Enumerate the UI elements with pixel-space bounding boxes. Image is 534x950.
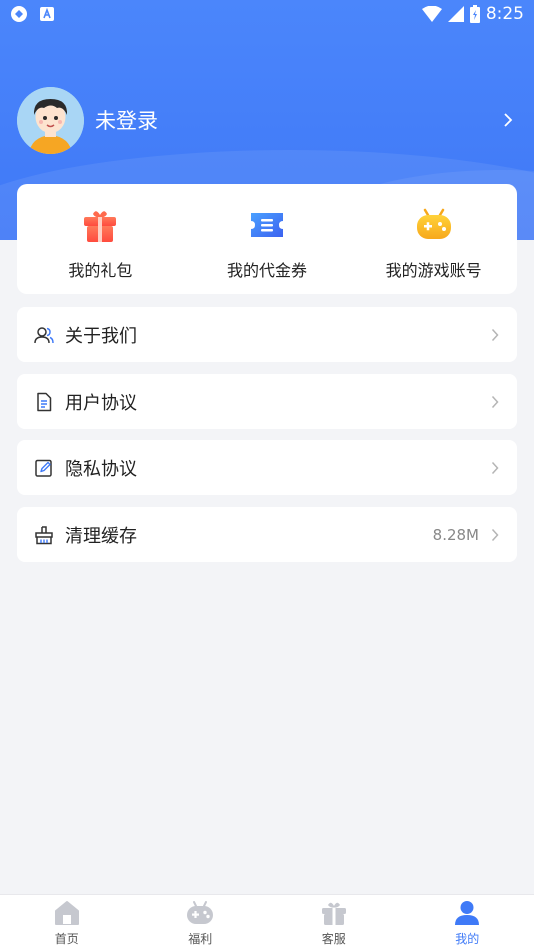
- quick-actions-card: 我的礼包 我的代金券 我的游戏账号: [17, 184, 517, 294]
- chevron-right-icon: [491, 461, 499, 474]
- avatar-illustration: [17, 86, 84, 154]
- gamepad-icon: [187, 901, 214, 924]
- menu-item-clear-cache[interactable]: 清理缓存 8.28M: [17, 507, 517, 562]
- my-game-accounts-button[interactable]: 我的游戏账号: [350, 184, 517, 294]
- edit-icon: [35, 459, 52, 477]
- battery-icon: [469, 5, 480, 23]
- status-bar: 8:25: [0, 0, 534, 28]
- tab-customer-service[interactable]: 客服: [267, 895, 401, 950]
- tab-welfare[interactable]: 福利: [134, 895, 268, 950]
- quick-action-label: 我的礼包: [68, 261, 133, 280]
- login-status-text[interactable]: 未登录: [95, 105, 158, 135]
- chevron-right-icon: [491, 328, 499, 341]
- menu-item-label: 清理缓存: [65, 525, 137, 547]
- person-icon: [455, 901, 480, 925]
- menu-item-label: 隐私协议: [65, 458, 137, 480]
- sync-icon: [11, 6, 27, 22]
- broom-icon: [35, 525, 53, 544]
- tab-label: 我的: [455, 932, 480, 946]
- cache-size-value: 8.28M: [432, 525, 479, 544]
- chevron-right-icon[interactable]: [503, 112, 513, 128]
- my-gifts-button[interactable]: 我的礼包: [17, 184, 184, 294]
- status-time: 8:25: [485, 4, 524, 24]
- tab-label: 福利: [188, 932, 213, 946]
- document-icon: [37, 392, 52, 411]
- signal-icon: [447, 6, 464, 22]
- gift-icon: [84, 211, 117, 242]
- wifi-icon: [421, 6, 442, 22]
- quick-action-label: 我的代金券: [227, 261, 308, 280]
- chevron-right-icon: [491, 528, 499, 541]
- tab-label: 首页: [54, 932, 79, 946]
- menu-item-privacy-policy[interactable]: 隐私协议: [17, 440, 517, 495]
- tab-home[interactable]: 首页: [0, 895, 134, 950]
- menu-item-about-us[interactable]: 关于我们: [17, 307, 517, 362]
- menu-item-label: 关于我们: [65, 325, 137, 347]
- gift-icon: [321, 902, 346, 925]
- chevron-right-icon: [491, 395, 499, 408]
- gamepad-icon: [416, 208, 451, 239]
- tab-mine[interactable]: 我的: [401, 895, 534, 950]
- tab-label: 客服: [321, 932, 346, 946]
- users-icon: [34, 326, 54, 343]
- coupon-icon: [251, 213, 283, 237]
- menu-item-user-agreement[interactable]: 用户协议: [17, 374, 517, 429]
- home-icon: [54, 901, 79, 925]
- my-coupons-button[interactable]: 我的代金券: [184, 184, 351, 294]
- bottom-tab-bar: 首页 福利 客服 我的: [0, 894, 534, 950]
- avatar[interactable]: [17, 86, 84, 154]
- a-badge-icon: [40, 7, 54, 21]
- menu-item-label: 用户协议: [65, 392, 137, 414]
- quick-action-label: 我的游戏账号: [385, 261, 482, 280]
- profile-header[interactable]: 未登录: [17, 86, 517, 154]
